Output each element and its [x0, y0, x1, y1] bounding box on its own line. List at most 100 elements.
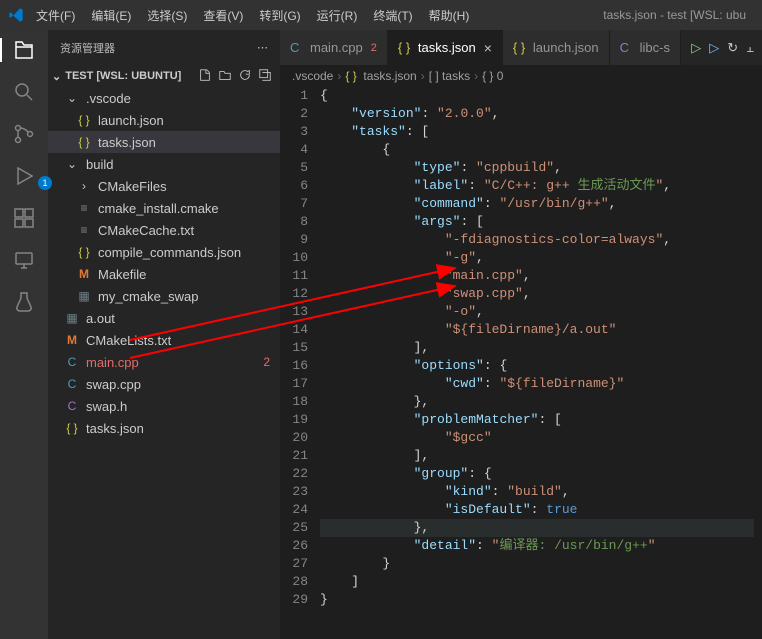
file-label: compile_commands.json — [98, 245, 241, 260]
collapse-all-icon[interactable] — [258, 68, 272, 85]
tab-main-cpp[interactable]: Cmain.cpp2 — [280, 30, 388, 65]
run-icon[interactable]: ▷ — [691, 40, 701, 56]
txt-icon: ≡ — [76, 223, 92, 237]
line-gutter: 1234567891011121314151617181920212223242… — [280, 87, 320, 639]
file-label: CMakeFiles — [98, 179, 167, 194]
breadcrumb-symbol-0[interactable]: { } 0 — [482, 69, 503, 83]
chevron-down-icon: ⌄ — [64, 91, 80, 105]
json-icon: { } — [345, 69, 359, 83]
tree-item-main-cpp[interactable]: Cmain.cpp2 — [48, 351, 280, 373]
tree-item-tasks-json[interactable]: { } tasks.json — [48, 417, 280, 439]
menu-run[interactable]: 运行(R) — [313, 7, 362, 24]
tab-label: launch.json — [533, 40, 599, 55]
menu-bar: 文件(F) 编辑(E) 选择(S) 查看(V) 转到(G) 运行(R) 终端(T… — [32, 7, 473, 24]
breadcrumb-folder[interactable]: .vscode — [292, 69, 333, 83]
file-label: Makefile — [98, 267, 146, 282]
tab-label: libc-s — [640, 40, 670, 55]
tree-item-makefile[interactable]: M Makefile — [48, 263, 280, 285]
json-icon: { } — [76, 135, 92, 149]
menu-help[interactable]: 帮助(H) — [425, 7, 474, 24]
new-folder-icon[interactable] — [218, 68, 232, 85]
more-icon[interactable]: ⋯ — [257, 41, 268, 54]
sidebar-explorer: 资源管理器 ⋯ ⌄ TEST [WSL: UBUNTU] ⌄ .vscode { }… — [48, 30, 280, 639]
tab-label: tasks.json — [418, 40, 476, 55]
remote-icon[interactable] — [12, 248, 36, 272]
file-label: a.out — [86, 311, 115, 326]
breadcrumb[interactable]: .vscode › { } tasks.json › [ ] tasks › {… — [280, 65, 762, 87]
tree-item-tasks-json[interactable]: { } tasks.json — [48, 131, 280, 153]
window-title: tasks.json - test [WSL: ubu — [603, 8, 746, 22]
make-icon: M — [76, 267, 92, 281]
tree-item-swap-h[interactable]: Cswap.h — [48, 395, 280, 417]
cpp-icon: C — [290, 40, 304, 55]
file-label: cmake_install.cmake — [98, 201, 219, 216]
split-icon[interactable]: ⫠ — [746, 40, 754, 56]
tab-launch-json[interactable]: { } launch.json — [503, 30, 610, 65]
tab-tasks-json[interactable]: { } tasks.json × — [388, 30, 503, 65]
new-file-icon[interactable] — [198, 68, 212, 85]
tree-item-compile-commands-json[interactable]: { } compile_commands.json — [48, 241, 280, 263]
extensions-icon[interactable] — [12, 206, 36, 230]
search-icon[interactable] — [12, 80, 36, 104]
breadcrumb-file[interactable]: tasks.json — [363, 69, 416, 83]
menu-edit[interactable]: 编辑(E) — [87, 7, 135, 24]
code-editor[interactable]: 1234567891011121314151617181920212223242… — [280, 87, 762, 639]
tree-item-my-cmake-swap[interactable]: ▦my_cmake_swap — [48, 285, 280, 307]
tab-libc-s[interactable]: Clibc-s — [610, 30, 681, 65]
tree-item-swap-cpp[interactable]: Cswap.cpp — [48, 373, 280, 395]
debug-run-icon[interactable]: ▷ — [709, 40, 719, 56]
error-badge: 2 — [263, 355, 270, 369]
activity-bar: 1 — [0, 30, 48, 639]
cmake-icon: ≡ — [76, 201, 92, 215]
sidebar-title: 资源管理器 ⋯ — [48, 30, 280, 65]
close-icon[interactable]: × — [484, 40, 492, 56]
chevron-right-icon: › — [421, 69, 425, 83]
tree-item-launch-json[interactable]: { }launch.json — [48, 109, 280, 131]
reload-icon[interactable]: ↻ — [727, 40, 738, 56]
file-label: CMakeLists.txt — [86, 333, 171, 348]
sidebar-title-label: 资源管理器 — [60, 40, 115, 56]
chevron-down-icon: ⌄ — [64, 157, 80, 171]
folder-name: TEST [WSL: UBUNTU] — [65, 70, 181, 82]
source-control-icon[interactable] — [12, 122, 36, 146]
dirty-badge: 2 — [371, 42, 377, 54]
debug-badge: 1 — [38, 176, 52, 190]
file-label: .vscode — [86, 91, 131, 106]
debug-icon[interactable]: 1 — [12, 164, 36, 188]
cpp-icon: C — [64, 355, 80, 369]
menu-file[interactable]: 文件(F) — [32, 7, 79, 24]
tree-item--vscode[interactable]: ⌄ .vscode — [48, 87, 280, 109]
menu-terminal[interactable]: 终端(T) — [369, 7, 416, 24]
file-label: CMakeCache.txt — [98, 223, 194, 238]
menu-view[interactable]: 查看(V) — [199, 7, 247, 24]
tree-item-cmakecache-txt[interactable]: ≡ CMakeCache.txt — [48, 219, 280, 241]
tree-item-build[interactable]: ⌄ build — [48, 153, 280, 175]
file-label: launch.json — [98, 113, 164, 128]
json-icon: { } — [513, 40, 527, 55]
explorer-icon[interactable] — [12, 38, 36, 62]
tree-item-cmake-install-cmake[interactable]: ≡ cmake_install.cmake — [48, 197, 280, 219]
make-icon: M — [64, 333, 80, 347]
json-icon: { } — [76, 245, 92, 259]
h-icon: C — [620, 40, 634, 55]
tree-item-a-out[interactable]: ▦ a.out — [48, 307, 280, 329]
breadcrumb-symbol-tasks[interactable]: [ ] tasks — [429, 69, 470, 83]
file-label: tasks.json — [86, 421, 144, 436]
json-icon: { } — [398, 40, 412, 55]
folder-section-header[interactable]: ⌄ TEST [WSL: UBUNTU] — [48, 65, 280, 87]
menu-goto[interactable]: 转到(G) — [255, 7, 304, 24]
file-label: build — [86, 157, 113, 172]
tree-item-cmakefiles[interactable]: › CMakeFiles — [48, 175, 280, 197]
bin-icon: ▦ — [64, 311, 80, 325]
menu-select[interactable]: 选择(S) — [143, 7, 191, 24]
editor-area: Cmain.cpp2 { } tasks.json × { } launch.json Cl… — [280, 30, 762, 639]
tree-item-cmakelists-txt[interactable]: M CMakeLists.txt — [48, 329, 280, 351]
file-label: tasks.json — [98, 135, 156, 150]
testing-icon[interactable] — [12, 290, 36, 314]
h-icon: C — [64, 399, 80, 413]
chevron-right-icon: › — [76, 179, 92, 193]
code-content[interactable]: { "version": "2.0.0", "tasks": [ { "type… — [320, 87, 762, 639]
file-label: my_cmake_swap — [98, 289, 198, 304]
refresh-icon[interactable] — [238, 68, 252, 85]
json-icon: { } — [64, 421, 80, 435]
